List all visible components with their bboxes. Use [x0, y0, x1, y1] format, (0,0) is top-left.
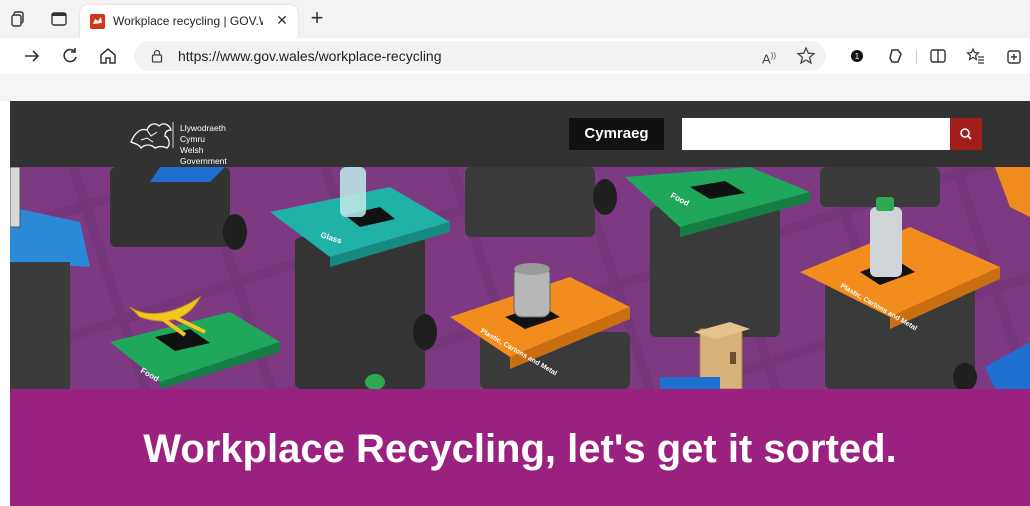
favorite-star-icon[interactable] [796, 46, 816, 66]
browser-address-bar: https://www.gov.wales/workplace-recyclin… [0, 38, 1030, 74]
close-icon[interactable]: ✕ [273, 11, 291, 29]
search-button[interactable] [950, 118, 982, 150]
logo-english-name: Welsh Government [180, 145, 227, 166]
browser-tab-bar: Workplace recycling | GOV.WALE ✕ + [0, 0, 1030, 38]
back-icon[interactable] [22, 46, 42, 66]
recycling-bins-illustration: Glass Food Plastic, Cartons and Metal Pl… [10, 167, 1030, 389]
workspaces-icon[interactable] [10, 10, 28, 28]
gov-wales-favicon-icon [90, 14, 105, 29]
read-aloud-icon[interactable]: A)) [762, 46, 782, 66]
new-tab-plus-icon[interactable]: + [306, 7, 328, 30]
dragon-emblem-icon [130, 122, 174, 150]
extension-badge-icon[interactable]: 1 [847, 46, 867, 66]
svg-text:1: 1 [855, 52, 860, 61]
home-icon[interactable] [98, 46, 118, 66]
welsh-government-logo[interactable]: Llywodraeth Cymru Welsh Government [127, 118, 252, 166]
site-header: Llywodraeth Cymru Welsh Government Cymra… [10, 101, 1030, 167]
url-text: https://www.gov.wales/workplace-recyclin… [178, 48, 442, 64]
toolbar-divider [916, 50, 917, 64]
search-icon [960, 128, 972, 140]
refresh-icon[interactable] [60, 46, 80, 66]
collections-icon[interactable] [1004, 46, 1024, 66]
tab-title: Workplace recycling | GOV.WALE [113, 14, 263, 28]
lock-icon[interactable] [150, 49, 164, 63]
hero-image-recycling-bins: Glass Food Plastic, Cartons and Metal Pl… [10, 167, 1030, 389]
page-top-spacer [0, 74, 1030, 101]
page-title: Workplace Recycling, let's get it sorted… [143, 427, 897, 471]
favorites-icon[interactable] [966, 46, 986, 66]
split-screen-icon[interactable] [928, 46, 948, 66]
logo-text: Llywodraeth Cymru Welsh Government [180, 123, 252, 167]
tab-actions-icon[interactable] [50, 10, 68, 28]
tab-gov-wales[interactable]: Workplace recycling | GOV.WALE ✕ [80, 5, 298, 38]
title-banner: Workplace Recycling, let's get it sorted… [10, 389, 1030, 506]
search-input[interactable] [682, 118, 950, 150]
logo-welsh-name: Llywodraeth Cymru [180, 123, 226, 144]
address-field[interactable]: https://www.gov.wales/workplace-recyclin… [134, 41, 826, 71]
copilot-icon[interactable] [886, 46, 906, 66]
language-toggle-button[interactable]: Cymraeg [569, 118, 664, 150]
